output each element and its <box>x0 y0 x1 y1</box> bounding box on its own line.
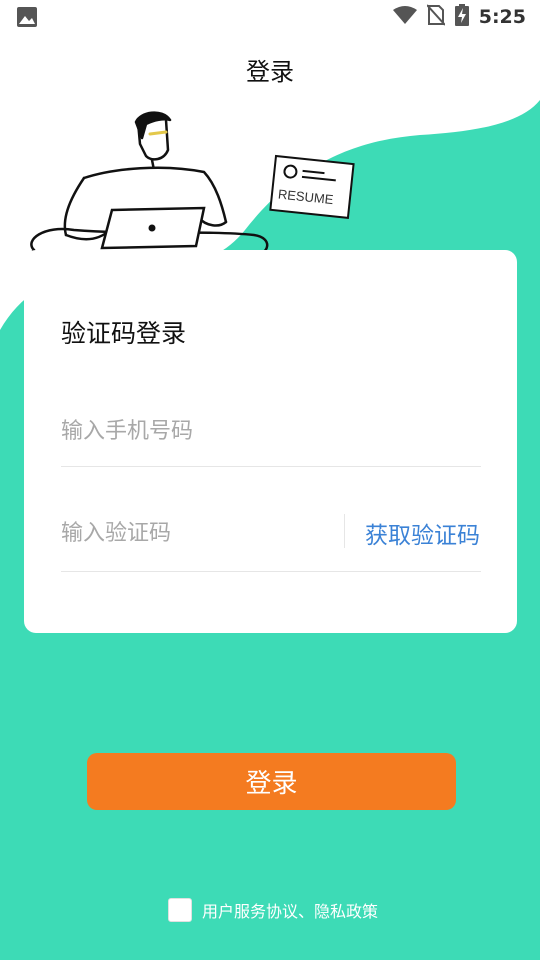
phone-input[interactable] <box>61 414 481 448</box>
card-title: 验证码登录 <box>61 319 187 348</box>
agreement-text[interactable]: 用户服务协议、隐私政策 <box>202 898 378 922</box>
gallery-icon <box>16 6 38 32</box>
no-sim-icon <box>425 4 446 30</box>
login-button[interactable]: 登录 <box>87 753 456 810</box>
get-code-button[interactable]: 获取验证码 <box>365 516 480 550</box>
code-input[interactable] <box>61 516 331 550</box>
phone-underline <box>61 466 481 467</box>
agreement-checkbox[interactable] <box>168 898 192 922</box>
login-card: 验证码登录 获取验证码 <box>24 250 517 633</box>
battery-charging-icon <box>454 4 469 30</box>
status-time: 5:25 <box>478 6 526 28</box>
code-underline <box>61 571 481 572</box>
status-bar: 5:25 <box>0 0 540 36</box>
field-divider <box>344 514 345 548</box>
person-laptop-illustration: RESUME <box>29 111 355 270</box>
page-title: 登录 <box>246 58 294 86</box>
agreement-row: 用户服务协议、隐私政策 <box>168 898 378 922</box>
wifi-icon <box>392 5 417 29</box>
